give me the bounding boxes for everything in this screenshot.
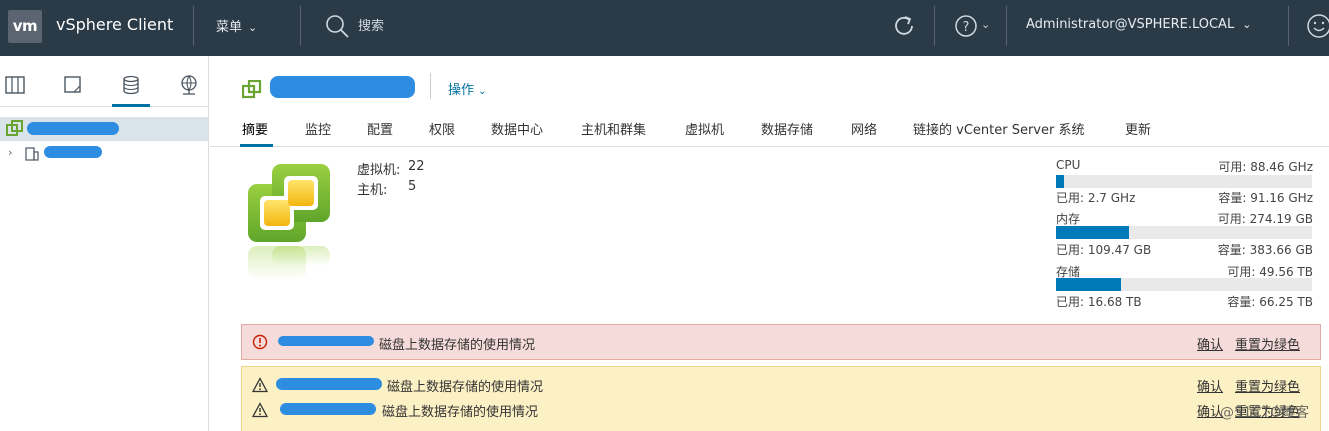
- warning-alert-row: 磁盘上数据存储的使用情况 确认 重置为绿色: [242, 373, 1320, 397]
- tree-item-datacenter[interactable]: ›: [0, 141, 208, 165]
- header-divider: [934, 6, 935, 46]
- tab-datastores[interactable]: 数据存储: [761, 119, 813, 138]
- networking-icon[interactable]: [178, 74, 200, 96]
- alert-message: 磁盘上数据存储的使用情况: [382, 405, 539, 420]
- chevron-down-icon: ⌄: [478, 86, 487, 97]
- tab-updates[interactable]: 更新: [1125, 119, 1151, 138]
- resource-capacity: 容量: 66.25 TB: [1227, 295, 1313, 309]
- active-tab-indicator: [240, 144, 273, 147]
- resource-name: CPU: [1056, 158, 1081, 172]
- datacenter-icon: [25, 147, 39, 161]
- vcenter-icon: [6, 120, 23, 136]
- vcenter-logo-icon: [248, 164, 330, 280]
- active-tab-indicator: [112, 104, 150, 107]
- inventory-navigator: ›: [0, 56, 209, 431]
- tab-summary[interactable]: 摘要: [242, 119, 268, 138]
- header-divider: [193, 6, 194, 46]
- resource-used: 已用: 2.7 GHz: [1056, 191, 1136, 205]
- acknowledge-link[interactable]: 确认: [1197, 376, 1223, 395]
- warning-icon: [252, 402, 268, 418]
- tab-monitor[interactable]: 监控: [305, 119, 331, 138]
- vcenter-icon: [242, 80, 262, 99]
- warning-alert-row: 磁盘上数据存储的使用情况 确认 重置为绿色: [242, 398, 1320, 422]
- resource-capacity: 容量: 383.66 GB: [1217, 243, 1313, 257]
- vm-logo[interactable]: vm: [8, 10, 42, 43]
- watermark: @51CTO博客: [1220, 405, 1310, 421]
- title-divider: [430, 73, 431, 99]
- header-divider: [1288, 6, 1289, 46]
- storage-icon[interactable]: [120, 74, 142, 96]
- usage-bar: [1056, 175, 1312, 188]
- usage-bar-fill: [1056, 175, 1064, 188]
- resource-free: 可用: 274.19 GB: [1217, 212, 1313, 226]
- actions-menu[interactable]: 操作 ⌄: [448, 79, 487, 98]
- usage-bar: [1056, 226, 1312, 239]
- tree-item-vcenter[interactable]: [0, 117, 208, 141]
- chevron-down-icon: ⌄: [248, 21, 258, 34]
- user-menu[interactable]: Administrator@VSPHERE.LOCAL ⌄: [1026, 17, 1251, 32]
- hosts-clusters-icon[interactable]: [4, 74, 26, 96]
- usage-bar-fill: [1056, 226, 1129, 239]
- vms-templates-icon[interactable]: [62, 74, 84, 96]
- user-name: Administrator@VSPHERE.LOCAL: [1026, 17, 1235, 32]
- redacted-datastore-name: [280, 403, 376, 415]
- main-content: 操作 ⌄ 摘要 监控 配置 权限 数据中心 主机和群集 虚拟机 数据存储 网络 …: [210, 56, 1329, 431]
- object-tabs: 摘要 监控 配置 权限 数据中心 主机和群集 虚拟机 数据存储 网络 链接的 v…: [210, 111, 1329, 147]
- alert-message: 磁盘上数据存储的使用情况: [379, 338, 536, 353]
- usage-bar-fill: [1056, 278, 1121, 291]
- redacted-name: [44, 146, 102, 158]
- redacted-datastore-name: [278, 336, 374, 346]
- search-icon[interactable]: [325, 14, 349, 38]
- menu-label: 菜单: [216, 20, 243, 35]
- refresh-icon[interactable]: [891, 13, 917, 39]
- vm-count-label: 虚拟机:: [357, 163, 401, 178]
- redacted-datastore-name: [276, 378, 382, 390]
- redacted-object-title: [270, 76, 415, 98]
- resource-used: 已用: 109.47 GB: [1056, 243, 1152, 257]
- reset-to-green-link[interactable]: 重置为绿色: [1235, 376, 1300, 395]
- redacted-name: [27, 122, 119, 135]
- error-alert: 磁盘上数据存储的使用情况 确认 重置为绿色: [241, 324, 1321, 360]
- resource-used: 已用: 16.68 TB: [1056, 295, 1142, 309]
- resource-free: 可用: 88.46 GHz: [1218, 160, 1313, 174]
- tab-linked-vcenter[interactable]: 链接的 vCenter Server 系统: [913, 119, 1084, 138]
- warning-alerts: 磁盘上数据存储的使用情况 确认 重置为绿色 磁盘上数据存储的使用情况 确认 重置…: [241, 366, 1321, 431]
- alert-message: 磁盘上数据存储的使用情况: [387, 380, 544, 395]
- host-count-value: 5: [408, 179, 417, 194]
- resource-name: 内存: [1056, 212, 1081, 226]
- host-count-label: 主机:: [357, 183, 388, 198]
- navigator-tabs: [0, 56, 208, 107]
- reset-to-green-link[interactable]: 重置为绿色: [1235, 334, 1300, 353]
- tab-datacenters[interactable]: 数据中心: [491, 119, 543, 138]
- acknowledge-link[interactable]: 确认: [1197, 334, 1223, 353]
- chevron-down-icon[interactable]: ⌄: [981, 18, 990, 31]
- menu-button[interactable]: 菜单 ⌄: [216, 16, 257, 35]
- help-icon[interactable]: ?: [954, 14, 978, 38]
- chevron-right-icon[interactable]: ›: [8, 146, 12, 159]
- resource-capacity: 容量: 91.16 GHz: [1218, 191, 1313, 205]
- tab-vms[interactable]: 虚拟机: [685, 119, 724, 138]
- usage-bar: [1056, 278, 1312, 291]
- chevron-down-icon: ⌄: [1242, 18, 1252, 31]
- search-input[interactable]: [358, 15, 558, 37]
- tab-hosts-clusters[interactable]: 主机和群集: [581, 119, 646, 138]
- warning-icon: [252, 377, 268, 393]
- vm-count-value: 22: [408, 159, 425, 174]
- tab-configure[interactable]: 配置: [367, 119, 393, 138]
- feedback-smiley-icon[interactable]: [1306, 13, 1329, 39]
- tab-networks[interactable]: 网络: [851, 119, 877, 138]
- top-header: vm vSphere Client 菜单 ⌄ ? ⌄ Administrator@…: [0, 0, 1329, 56]
- svg-text:?: ?: [963, 20, 970, 35]
- tab-permissions[interactable]: 权限: [429, 119, 455, 138]
- header-divider: [1006, 6, 1007, 46]
- header-divider: [300, 6, 301, 46]
- error-icon: [252, 334, 268, 350]
- app-title[interactable]: vSphere Client: [56, 15, 173, 34]
- actions-label: 操作: [448, 83, 475, 98]
